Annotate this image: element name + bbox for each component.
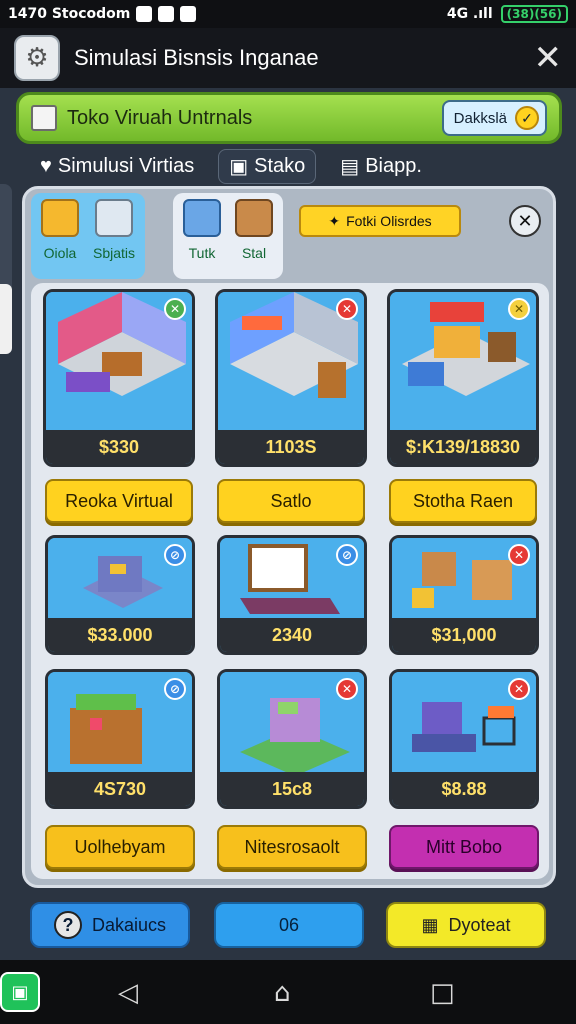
store-grid: ✕ $330 ✕ 1103S ✕ $:K139/18830 Reoka Virt… (31, 283, 549, 879)
store-card[interactable]: ✕ $:K139/18830 (387, 289, 539, 467)
satlo-button[interactable]: Satlo (217, 479, 365, 523)
status-badge[interactable]: ⊘ (164, 678, 186, 700)
price-label: 1103S (218, 430, 364, 464)
signal-icon: 4G .ıll (446, 6, 493, 22)
store-panel: Oiola Sbjatis Tutk Stal ✦ Fotki Olisrdes… (22, 186, 556, 888)
help-icon: ? (53, 911, 82, 939)
stotha-raen-button[interactable]: Stotha Raen (389, 479, 537, 523)
item-card[interactable]: ⊘ 4S730 (45, 669, 195, 809)
banner-text: Toko Viruah Untrnals (67, 106, 253, 129)
banner-button[interactable]: Dakkslä ✓ (441, 100, 547, 136)
nav-tabs: ♥ Simulusi Virtias ▣ Stako ▤ Biapp. (30, 146, 432, 186)
item-card[interactable]: ⊘ $33.000 (45, 535, 195, 655)
item-card[interactable]: ✕ 15c8 (217, 669, 367, 809)
price-label: 15c8 (220, 772, 364, 806)
tab-label: Simulusi Virtias (57, 154, 195, 177)
featured-label: Fotki Olisrdes (346, 213, 432, 229)
price-label: $:K139/18830 (390, 430, 536, 464)
category-label: Tutk (188, 245, 216, 261)
item-card[interactable]: ✕ $8.88 (389, 669, 539, 809)
mitt-bobo-button[interactable]: Mitt Bobo (389, 825, 539, 869)
crate-icon (235, 199, 273, 237)
tools-icon (95, 199, 134, 237)
status-badge[interactable]: ✕ (508, 678, 530, 700)
status-badge[interactable]: ✕ (336, 678, 358, 700)
action-label: Dyoteat (448, 914, 511, 935)
price-label: 4S730 (48, 772, 192, 806)
tab-label: Biapp. (365, 154, 422, 177)
checkbox[interactable] (31, 105, 57, 131)
banner-button-label: Dakkslä (453, 109, 507, 127)
cube-icon (183, 199, 221, 237)
star-icon: ✦ (328, 212, 341, 229)
box-icon (41, 199, 79, 237)
action-label: Dakaiucs (91, 914, 167, 935)
price-label: $8.88 (392, 772, 536, 806)
app-bar: ⚙ Simulasi Bisnsis Inganae ✕ (0, 28, 576, 88)
category-group: Tutk Stal (173, 193, 283, 279)
category-label: Sbjatis (93, 245, 136, 261)
notification-icon (136, 6, 153, 22)
category-sbjatis[interactable]: Sbjatis (93, 199, 135, 273)
heart-pin-icon: ♥ (40, 154, 52, 177)
category-stal[interactable]: Stal (235, 199, 273, 273)
price-label: $330 (46, 430, 192, 464)
tab-simulasi[interactable]: ♥ Simulusi Virtias (30, 151, 204, 182)
app-title: Simulasi Bisnsis Inganae (74, 45, 319, 70)
panel-close-button[interactable]: ✕ (509, 205, 541, 237)
chat-icon: ▤ (340, 155, 360, 178)
close-button[interactable]: ✕ (534, 38, 563, 78)
tab-stako[interactable]: ▣ Stako (218, 148, 317, 184)
price-label: 2340 (220, 618, 364, 652)
store-card[interactable]: ✕ $330 (43, 289, 195, 467)
price-label: $33.000 (48, 618, 192, 652)
status-badge[interactable]: ⊘ (336, 544, 358, 566)
page: Toko Viruah Untrnals Dakkslä ✓ ♥ Simulus… (0, 88, 576, 960)
app-shortcut-icon[interactable]: ▣ (0, 972, 40, 1012)
gear-icon[interactable]: ⚙ (14, 35, 60, 81)
status-bar: 1470 Stocodom 4G .ıll (38)(56) (0, 0, 576, 28)
reoka-virtual-button[interactable]: Reoka Virtual (45, 479, 193, 523)
help-action-button[interactable]: ? Dakaiucs (30, 902, 190, 948)
status-badge[interactable]: ✕ (508, 544, 530, 566)
category-oiola[interactable]: Oiola (41, 199, 79, 273)
nitesrosaolt-button[interactable]: Nitesrosaolt (217, 825, 367, 869)
recents-icon[interactable]: □ (430, 978, 455, 1008)
item-card[interactable]: ⊘ 2340 (217, 535, 367, 655)
tab-label: Stako (254, 154, 306, 177)
app-notif-icon (180, 6, 197, 22)
category-group: Oiola Sbjatis (31, 193, 146, 279)
center-action-button[interactable]: 06 (214, 902, 364, 948)
category-label: Stal (241, 245, 267, 261)
shop-icon: ▣ (229, 155, 249, 178)
price-label: $31,000 (392, 618, 536, 652)
status-badge[interactable]: ✕ (508, 298, 530, 320)
item-card[interactable]: ✕ $31,000 (389, 535, 539, 655)
uolhebyam-button[interactable]: Uolhebyam (45, 825, 195, 869)
back-icon[interactable]: ◁ (118, 978, 138, 1008)
store-banner: Toko Viruah Untrnals Dakkslä ✓ (16, 92, 562, 144)
message-icon (158, 6, 175, 22)
coin-icon: ✓ (515, 106, 539, 130)
tab-biapp[interactable]: ▤ Biapp. (330, 150, 432, 183)
right-action-button[interactable]: ▦ Dyoteat (386, 902, 546, 948)
battery-icon: (38)(56) (500, 5, 568, 23)
status-badge[interactable]: ✕ (164, 298, 186, 320)
status-badge[interactable]: ✕ (336, 298, 358, 320)
category-tutk[interactable]: Tutk (183, 199, 221, 273)
system-nav-bar: ◁ ⌂ □ ▣ (0, 960, 576, 1024)
category-label: Oiola (43, 245, 77, 261)
side-drawer-handle[interactable] (0, 184, 12, 354)
crate-icon: ▦ (421, 914, 439, 935)
status-badge[interactable]: ⊘ (164, 544, 186, 566)
featured-button[interactable]: ✦ Fotki Olisrdes (299, 205, 461, 237)
store-card[interactable]: ✕ 1103S (215, 289, 367, 467)
status-time: 1470 Stocodom (8, 6, 131, 22)
home-icon[interactable]: ⌂ (274, 978, 291, 1008)
